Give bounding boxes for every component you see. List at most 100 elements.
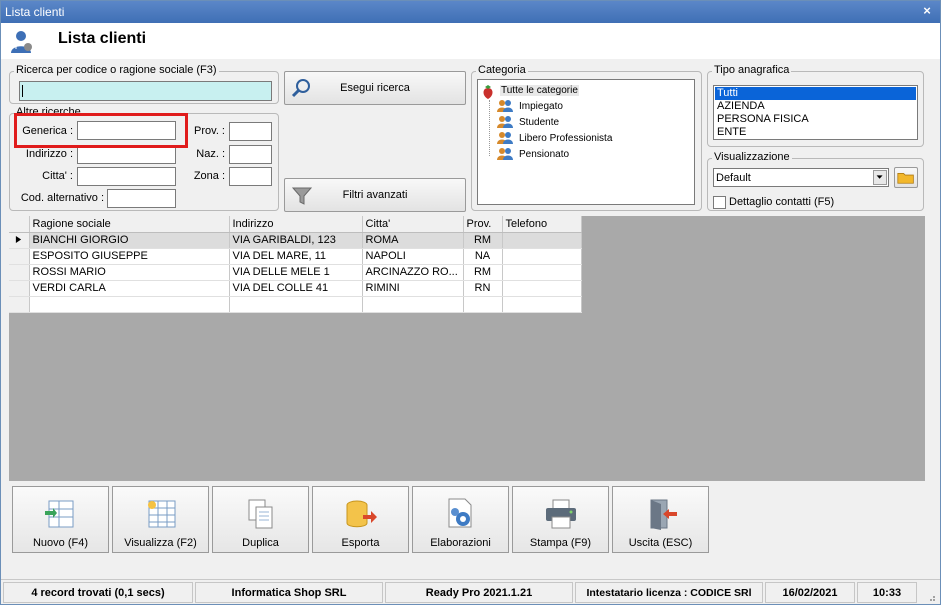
printer-icon bbox=[546, 499, 576, 529]
strawberry-icon bbox=[483, 85, 493, 99]
status-date: 16/02/2021 bbox=[765, 582, 855, 603]
esporta-button[interactable]: Esporta bbox=[312, 486, 409, 553]
people-icon bbox=[497, 100, 513, 112]
zona-input[interactable] bbox=[229, 167, 272, 186]
cell-telefono bbox=[502, 248, 582, 265]
stampa-button[interactable]: Stampa (F9) bbox=[512, 486, 609, 553]
duplica-button[interactable]: Duplica bbox=[212, 486, 309, 553]
people-icon bbox=[497, 116, 513, 128]
chevron-down-icon[interactable] bbox=[873, 170, 887, 185]
search-group-label: Ricerca per codice o ragione sociale (F3… bbox=[14, 64, 219, 76]
nuovo-button[interactable]: Nuovo (F4) bbox=[12, 486, 109, 553]
cell-empty bbox=[362, 296, 464, 313]
tree-item-studente[interactable]: Studente bbox=[519, 117, 559, 128]
close-icon[interactable]: × bbox=[920, 4, 934, 18]
row-indicator bbox=[9, 280, 30, 297]
main-window: Lista clienti × Lista clienti Ricerca pe… bbox=[0, 0, 941, 605]
cell-empty bbox=[229, 296, 363, 313]
visualizzazione-select[interactable]: Default bbox=[713, 168, 889, 187]
cod-alternativo-label: Cod. alternativo : bbox=[20, 192, 104, 204]
advanced-filters-button[interactable]: Filtri avanzati bbox=[284, 178, 466, 212]
uscita-button[interactable]: Uscita (ESC) bbox=[612, 486, 709, 553]
view-grid-icon bbox=[148, 500, 176, 528]
status-license: Intestatario licenza : CODICE SRl bbox=[575, 582, 763, 603]
table-row-new[interactable] bbox=[9, 296, 582, 313]
zona-label: Zona : bbox=[193, 170, 225, 182]
table-row[interactable]: ROSSI MARIO VIA DELLE MELE 1 ARCINAZZO R… bbox=[9, 264, 582, 281]
row-indicator bbox=[9, 296, 30, 313]
citta-input[interactable] bbox=[77, 167, 176, 186]
cell-telefono bbox=[502, 232, 582, 249]
col-ragione-sociale[interactable]: Ragione sociale bbox=[29, 216, 230, 233]
col-citta[interactable]: Citta' bbox=[362, 216, 464, 233]
cell-telefono bbox=[502, 280, 582, 297]
table-row[interactable]: VERDI CARLA VIA DEL COLLE 41 RIMINI RN bbox=[9, 280, 582, 297]
cod-alternativo-input[interactable] bbox=[107, 189, 176, 208]
open-folder-button[interactable] bbox=[894, 167, 918, 188]
cell-prov: RN bbox=[463, 280, 503, 297]
status-company: Informatica Shop SRL bbox=[195, 582, 383, 603]
cell-empty bbox=[463, 296, 503, 313]
cell-citta: RIMINI bbox=[362, 280, 464, 297]
col-indirizzo[interactable]: Indirizzo bbox=[229, 216, 363, 233]
tipo-item-persona-fisica[interactable]: PERSONA FISICA bbox=[715, 113, 809, 126]
tipo-anagrafica-list[interactable]: Tutti AZIENDA PERSONA FISICA ENTE bbox=[713, 85, 918, 140]
prov-input[interactable] bbox=[229, 122, 272, 141]
tree-item-libero-professionista[interactable]: Libero Professionista bbox=[519, 133, 612, 144]
cell-ragione-sociale: ROSSI MARIO bbox=[29, 264, 230, 281]
cell-citta: ROMA bbox=[362, 232, 464, 249]
users-icon bbox=[11, 31, 32, 53]
prov-label: Prov. : bbox=[194, 125, 225, 137]
elaborazioni-button[interactable]: Elaborazioni bbox=[412, 486, 509, 553]
cell-citta: ARCINAZZO RO... bbox=[362, 264, 464, 281]
cell-indirizzo: VIA GARIBALDI, 123 bbox=[229, 232, 363, 249]
tree-item-impiegato[interactable]: Impiegato bbox=[519, 101, 563, 112]
tipo-item-ente[interactable]: ENTE bbox=[715, 126, 746, 139]
clients-table: Ragione sociale Indirizzo Citta' Prov. T… bbox=[9, 216, 582, 313]
window-title: Lista clienti bbox=[5, 5, 65, 19]
tree-root-all-categories[interactable]: Tutte le categorie bbox=[500, 85, 579, 96]
visualizzazione-label: Visualizzazione bbox=[712, 151, 792, 163]
visualizza-button[interactable]: Visualizza (F2) bbox=[112, 486, 209, 553]
naz-label: Naz. : bbox=[196, 148, 225, 160]
col-prov[interactable]: Prov. bbox=[463, 216, 503, 233]
tipo-item-azienda[interactable]: AZIENDA bbox=[715, 100, 765, 113]
esporta-label: Esporta bbox=[341, 537, 380, 549]
elaborazioni-label: Elaborazioni bbox=[430, 537, 491, 549]
cell-telefono bbox=[502, 264, 582, 281]
tree-item-pensionato[interactable]: Pensionato bbox=[519, 149, 569, 160]
tipo-item-tutti[interactable]: Tutti bbox=[715, 87, 916, 100]
status-time: 10:33 bbox=[857, 582, 917, 603]
col-telefono[interactable]: Telefono bbox=[502, 216, 582, 233]
categoria-tree[interactable]: Tutte le categorie Impiegato Studente Li… bbox=[477, 79, 695, 205]
cell-indirizzo: VIA DELLE MELE 1 bbox=[229, 264, 363, 281]
dettaglio-contatti-checkbox[interactable] bbox=[713, 196, 726, 209]
cell-indirizzo: VIA DEL MARE, 11 bbox=[229, 248, 363, 265]
exit-icon bbox=[650, 499, 677, 530]
status-records: 4 record trovati (0,1 secs) bbox=[3, 582, 193, 603]
categoria-label: Categoria bbox=[476, 64, 528, 76]
duplica-label: Duplica bbox=[242, 537, 279, 549]
highlight-box bbox=[14, 113, 188, 148]
resize-grip-icon[interactable] bbox=[928, 593, 936, 601]
row-indicator-header bbox=[9, 216, 30, 233]
status-version: Ready Pro 2021.1.21 bbox=[385, 582, 573, 603]
cell-empty bbox=[502, 296, 582, 313]
table-row[interactable]: BIANCHI GIORGIO VIA GARIBALDI, 123 ROMA … bbox=[9, 232, 582, 249]
current-row-indicator bbox=[9, 232, 30, 249]
code-search-input[interactable] bbox=[19, 81, 272, 101]
dettaglio-contatti-label: Dettaglio contatti (F5) bbox=[729, 196, 835, 208]
row-indicator bbox=[9, 248, 30, 265]
search-group: Ricerca per codice o ragione sociale (F3… bbox=[9, 64, 279, 104]
clients-grid[interactable]: Ragione sociale Indirizzo Citta' Prov. T… bbox=[9, 216, 925, 481]
naz-input[interactable] bbox=[229, 145, 272, 164]
table-header-row: Ragione sociale Indirizzo Citta' Prov. T… bbox=[9, 216, 582, 233]
search-button-label: Esegui ricerca bbox=[340, 82, 410, 94]
row-indicator bbox=[9, 264, 30, 281]
people-icon bbox=[497, 148, 513, 160]
search-button[interactable]: Esegui ricerca bbox=[284, 71, 466, 105]
cell-prov: RM bbox=[463, 232, 503, 249]
table-row[interactable]: ESPOSITO GIUSEPPE VIA DEL MARE, 11 NAPOL… bbox=[9, 248, 582, 265]
folder-icon bbox=[897, 173, 914, 184]
visualizzazione-value: Default bbox=[716, 172, 751, 184]
